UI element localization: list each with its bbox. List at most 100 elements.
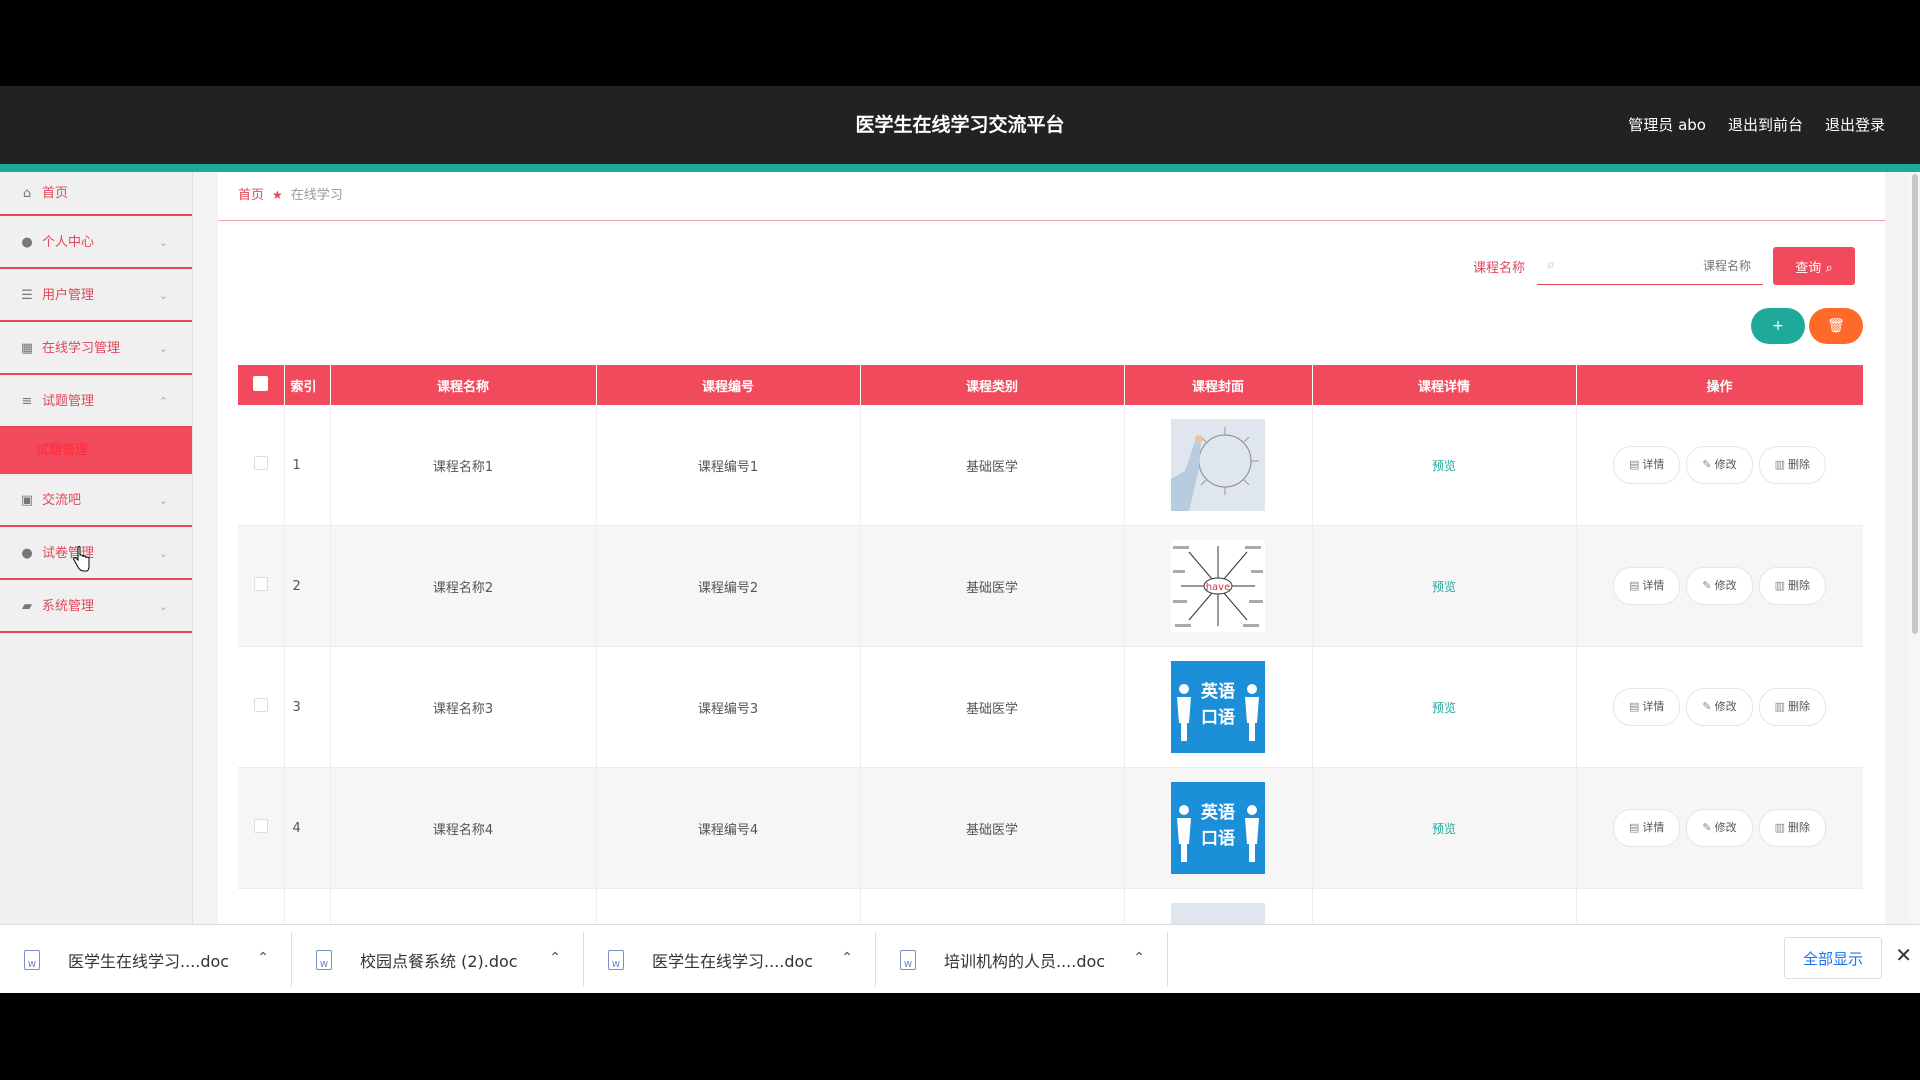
download-item[interactable]: W 医学生在线学习....doc ⌃ bbox=[584, 932, 876, 987]
query-button[interactable]: 查询 ⌕ bbox=[1773, 247, 1855, 285]
plus-icon: + bbox=[1772, 318, 1784, 334]
svg-text:口语: 口语 bbox=[1201, 708, 1235, 728]
header-operations: 操作 bbox=[1576, 365, 1863, 405]
download-filename: 校园点餐系统 (2).doc bbox=[360, 951, 518, 971]
grid-icon: ▦ bbox=[20, 341, 34, 356]
row-course-category: 基础医学 bbox=[860, 767, 1125, 889]
row-checkbox[interactable] bbox=[238, 646, 285, 768]
chevron-down-icon: ⌄ bbox=[158, 342, 168, 355]
chevron-up-icon[interactable]: ⌃ bbox=[1133, 950, 1145, 966]
header-course-cover: 课程封面 bbox=[1124, 365, 1313, 405]
detail-button[interactable]: ▤ 详情 bbox=[1612, 567, 1681, 605]
header-course-name: 课程名称 bbox=[330, 365, 597, 405]
preview-link[interactable]: 预览 bbox=[1432, 822, 1456, 836]
chevron-up-icon[interactable]: ⌃ bbox=[257, 950, 269, 966]
top-right-links: 管理员 abo 退出到前台 退出登录 bbox=[1628, 86, 1885, 164]
download-bar: W 医学生在线学习....doc ⌃ W 校园点餐系统 (2).doc ⌃ W 医学生在线… bbox=[0, 924, 1920, 993]
preview-link[interactable]: 预览 bbox=[1432, 459, 1456, 473]
trash-icon: 🗑 bbox=[1827, 318, 1845, 334]
course-table: 索引 课程名称 课程编号 课程类别 课程封面 课程详情 操作 1 课程名称1 课… bbox=[238, 365, 1863, 993]
detail-button[interactable]: ▤ 详情 bbox=[1612, 809, 1681, 847]
select-all-checkbox[interactable] bbox=[238, 365, 285, 405]
chevron-down-icon: ⌄ bbox=[158, 236, 168, 249]
person-icon: ● bbox=[21, 546, 33, 561]
pencil-icon: ✎ bbox=[1702, 458, 1712, 471]
detail-button[interactable]: ▤ 详情 bbox=[1612, 688, 1681, 726]
edit-button[interactable]: ✎ 修改 bbox=[1686, 567, 1753, 605]
download-filename: 医学生在线学习....doc bbox=[68, 951, 230, 971]
sidebar-item-forum[interactable]: ▣ 交流吧 ⌄ bbox=[0, 474, 192, 527]
sidebar-item-label: 在线学习管理 bbox=[42, 341, 121, 356]
preview-link[interactable]: 预览 bbox=[1432, 580, 1456, 594]
row-course-detail: 预览 bbox=[1312, 646, 1577, 768]
sidebar-item-system-management[interactable]: ▰ 系统管理 ⌄ bbox=[0, 580, 192, 633]
header-index: 索引 bbox=[284, 365, 331, 405]
exit-to-front-link[interactable]: 退出到前台 bbox=[1728, 86, 1803, 164]
row-index: 1 bbox=[284, 405, 331, 526]
main-content: 首页 ★ 在线学习 课程名称 ⌕ 查询 ⌕ + 🗑 索引 bbox=[218, 172, 1885, 993]
sidebar-subitem-question-management[interactable]: 试题管理 bbox=[0, 428, 192, 474]
chevron-down-icon: ⌄ bbox=[158, 289, 168, 302]
sidebar-item-personal-center[interactable]: ● 个人中心 ⌄ bbox=[0, 216, 192, 269]
row-course-cover bbox=[1124, 405, 1313, 526]
edit-button[interactable]: ✎ 修改 bbox=[1686, 809, 1753, 847]
logout-link[interactable]: 退出登录 bbox=[1825, 86, 1885, 164]
pencil-icon: ✎ bbox=[1702, 700, 1712, 713]
delete-button[interactable]: ▥ 删除 bbox=[1758, 688, 1827, 726]
search-icon: ⌕ bbox=[1547, 256, 1555, 273]
sidebar-item-home[interactable]: ⌂ 首页 bbox=[0, 172, 192, 216]
close-icon[interactable]: ✕ bbox=[1895, 943, 1912, 967]
top-bar: 医学生在线学习交流平台 管理员 abo 退出到前台 退出登录 bbox=[0, 86, 1920, 172]
scrollbar-thumb[interactable] bbox=[1912, 174, 1918, 634]
row-course-name: 课程名称3 bbox=[330, 646, 597, 768]
trash-icon: ▥ bbox=[1774, 700, 1786, 713]
row-checkbox[interactable] bbox=[238, 405, 285, 526]
delete-button[interactable]: ▥ 删除 bbox=[1758, 446, 1827, 484]
trash-icon: ▥ bbox=[1774, 458, 1786, 471]
detail-button[interactable]: ▤ 详情 bbox=[1612, 446, 1681, 484]
english-speaking-cover-image: 英语 口语 bbox=[1171, 782, 1265, 874]
edit-button[interactable]: ✎ 修改 bbox=[1686, 446, 1753, 484]
doc-file-icon: W bbox=[316, 949, 332, 970]
download-item[interactable]: W 培训机构的人员....doc ⌃ bbox=[876, 932, 1168, 987]
breadcrumb: 首页 ★ 在线学习 bbox=[218, 172, 1885, 221]
doc-file-icon: W bbox=[900, 949, 916, 970]
admin-user-label[interactable]: 管理员 abo bbox=[1628, 86, 1706, 164]
row-course-name: 课程名称2 bbox=[330, 525, 597, 647]
table-row: 2 课程名称2 课程编号2 基础医学 have 预览 ▤ 详情 ✎ 修改 ▥ 删… bbox=[238, 525, 1863, 647]
add-button[interactable]: + bbox=[1751, 308, 1805, 344]
delete-button[interactable]: ▥ 删除 bbox=[1758, 567, 1827, 605]
chevron-up-icon[interactable]: ⌃ bbox=[549, 950, 561, 966]
breadcrumb-home[interactable]: 首页 bbox=[238, 188, 264, 203]
chevron-down-icon: ⌄ bbox=[158, 600, 168, 613]
download-item[interactable]: W 校园点餐系统 (2).doc ⌃ bbox=[292, 932, 584, 987]
download-item[interactable]: W 医学生在线学习....doc ⌃ bbox=[0, 932, 292, 987]
search-row: 课程名称 ⌕ 查询 ⌕ bbox=[1473, 247, 1855, 285]
clipboard-icon: ▣ bbox=[20, 493, 34, 508]
row-course-detail: 预览 bbox=[1312, 767, 1577, 889]
preview-link[interactable]: 预览 bbox=[1432, 701, 1456, 715]
sidebar-item-label: 交流吧 bbox=[42, 493, 82, 508]
row-checkbox[interactable] bbox=[238, 767, 285, 889]
row-course-code: 课程编号3 bbox=[596, 646, 861, 768]
delete-button[interactable]: ▥ 删除 bbox=[1758, 809, 1827, 847]
sidebar-item-user-management[interactable]: ☰ 用户管理 ⌄ bbox=[0, 269, 192, 322]
search-label: 课程名称 bbox=[1472, 260, 1525, 276]
show-all-downloads-button[interactable]: 全部显示 bbox=[1784, 937, 1882, 979]
sidebar-item-question-management[interactable]: ≡ 试题管理 ⌃ bbox=[0, 375, 192, 428]
svg-text:口语: 口语 bbox=[1201, 829, 1235, 849]
page-scrollbar[interactable] bbox=[1910, 172, 1920, 993]
sidebar-item-online-learning[interactable]: ▦ 在线学习管理 ⌄ bbox=[0, 322, 192, 375]
row-course-cover: 英语 口语 bbox=[1124, 767, 1313, 889]
row-checkbox[interactable] bbox=[238, 525, 285, 647]
sliders-icon: ≡ bbox=[21, 394, 33, 409]
chevron-up-icon[interactable]: ⌃ bbox=[841, 950, 853, 966]
sidebar-item-exam-management[interactable]: ● 试卷管理 ⌄ bbox=[0, 527, 192, 580]
edit-button[interactable]: ✎ 修改 bbox=[1686, 688, 1753, 726]
svg-text:英语: 英语 bbox=[1201, 802, 1235, 823]
course-name-search-input[interactable] bbox=[1569, 247, 1753, 284]
have-mindmap-cover-image: have bbox=[1171, 540, 1265, 632]
chevron-up-icon: ⌃ bbox=[158, 395, 168, 408]
sidebar-item-label: 首页 bbox=[42, 186, 69, 201]
batch-delete-button[interactable]: 🗑 bbox=[1809, 308, 1863, 344]
